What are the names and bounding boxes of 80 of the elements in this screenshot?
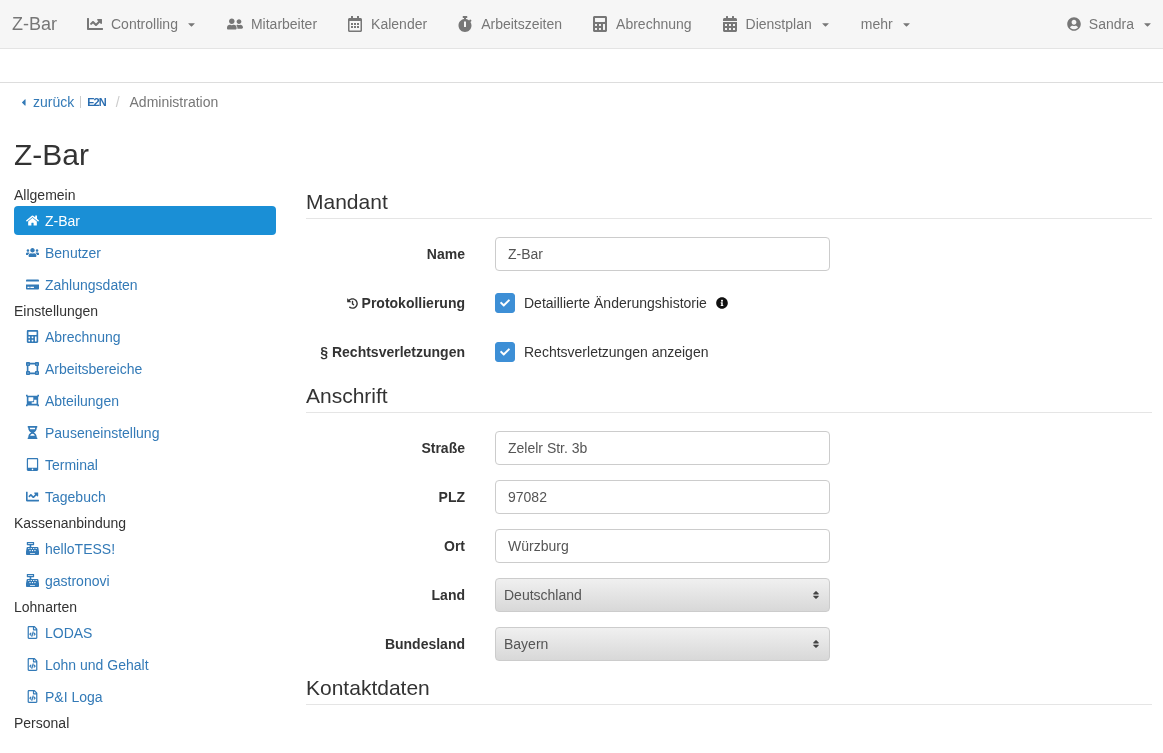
check-icon xyxy=(500,347,510,357)
info-icon xyxy=(715,297,728,309)
sidebar-item[interactable]: P&I Loga xyxy=(14,682,276,711)
sidebar-heading: Personal xyxy=(14,714,71,732)
sidebar-item[interactable]: Tagebuch xyxy=(14,482,276,511)
cash-register-icon xyxy=(26,574,39,587)
sidebar-item[interactable]: Terminal xyxy=(14,450,276,479)
sort-arrows-icon xyxy=(811,639,821,649)
nav-item[interactable]: Dienstplan xyxy=(721,16,831,32)
nav-item[interactable]: Kalender xyxy=(347,16,428,32)
sidebar-item[interactable]: gastronovi xyxy=(14,566,276,595)
field-label: PLZ xyxy=(438,489,465,505)
section-title: Anschrift xyxy=(306,384,1152,413)
field-label: Ort xyxy=(444,538,465,554)
sidebar-item[interactable]: Zahlungsdaten xyxy=(14,270,276,299)
sidebar-item[interactable]: Abteilungen xyxy=(14,386,276,415)
stopwatch-icon xyxy=(457,16,474,32)
field-label: Name xyxy=(426,246,465,262)
user-menu[interactable]: Sandra xyxy=(1066,16,1153,32)
nav-item[interactable]: Abrechnung xyxy=(592,16,692,32)
object-group-icon xyxy=(26,394,39,407)
breadcrumb-current: Administration xyxy=(129,94,219,110)
section-title: Kontaktdaten xyxy=(306,676,1152,705)
cash-register-icon xyxy=(26,542,39,555)
user-icon xyxy=(1066,17,1081,31)
sidebar-item[interactable]: Z-Bar xyxy=(14,206,276,235)
logo[interactable]: E2N xyxy=(80,96,106,108)
checkbox[interactable] xyxy=(495,293,515,313)
nav-item[interactable]: Controlling xyxy=(87,16,197,32)
calculator-icon xyxy=(26,330,39,343)
nav-item[interactable]: Arbeitszeiten xyxy=(457,16,563,32)
sidebar-item[interactable]: Benutzer xyxy=(14,238,276,267)
field-label: Straße xyxy=(421,440,465,456)
back-link[interactable]: zurück xyxy=(18,94,75,110)
sidebar-item[interactable]: helloTESS! xyxy=(14,534,276,563)
sidebar-heading: Einstellungen xyxy=(14,302,100,320)
sidebar-heading: Kassenanbindung xyxy=(14,514,128,532)
field-label: Land xyxy=(431,587,465,603)
section-title: Mandant xyxy=(306,190,1152,219)
select-field[interactable]: Deutschland xyxy=(495,578,830,612)
nav-item[interactable]: mehr xyxy=(860,16,912,32)
chart-icon xyxy=(87,16,103,32)
users-icon xyxy=(26,246,39,259)
credit-card-icon xyxy=(26,278,39,291)
history-icon xyxy=(346,297,358,309)
field-label: Protokollierung xyxy=(361,295,465,311)
code-file-icon xyxy=(26,690,39,703)
text-field[interactable]: Z-Bar xyxy=(495,237,830,271)
calendar-icon xyxy=(347,16,364,32)
checkbox-label: Rechtsverletzungen anzeigen xyxy=(524,344,709,360)
select-field[interactable]: Bayern xyxy=(495,627,830,661)
sidebar-item[interactable]: Lohn und Gehalt xyxy=(14,650,276,679)
code-file-icon xyxy=(26,626,39,639)
sidebar-item[interactable]: Abrechnung xyxy=(14,322,276,351)
sidebar-heading: Lohnarten xyxy=(14,598,79,616)
calendar-icon xyxy=(721,16,738,32)
sidebar-item[interactable]: LODAS xyxy=(14,618,276,647)
checkbox-label: Detaillierte Änderungshistorie xyxy=(524,295,707,311)
text-field[interactable]: 97082 xyxy=(495,480,830,514)
sidebar-item[interactable]: Pauseneinstellung xyxy=(14,418,276,447)
home-icon xyxy=(26,214,39,227)
hourglass-icon xyxy=(26,426,39,439)
code-file-icon xyxy=(26,658,39,671)
checkbox[interactable] xyxy=(495,342,515,362)
people-icon xyxy=(226,16,243,32)
chart-icon xyxy=(26,490,39,503)
breadcrumb-separator: / xyxy=(115,94,120,110)
page-title: Z-Bar xyxy=(14,138,90,172)
calculator-icon xyxy=(592,16,609,32)
sidebar-item[interactable]: Arbeitsbereiche xyxy=(14,354,276,383)
brand[interactable]: Z-Bar xyxy=(12,13,57,35)
tablet-icon xyxy=(26,458,39,471)
text-field[interactable]: Zelelr Str. 3b xyxy=(495,431,830,465)
field-label: Bundesland xyxy=(384,636,465,652)
nav-item[interactable]: Mitarbeiter xyxy=(226,16,318,32)
sort-arrows-icon xyxy=(811,590,821,600)
text-field[interactable]: Würzburg xyxy=(495,529,830,563)
sidebar-heading: Allgemein xyxy=(14,186,77,204)
check-icon xyxy=(500,298,510,308)
field-label: § Rechtsverletzungen xyxy=(320,344,465,360)
